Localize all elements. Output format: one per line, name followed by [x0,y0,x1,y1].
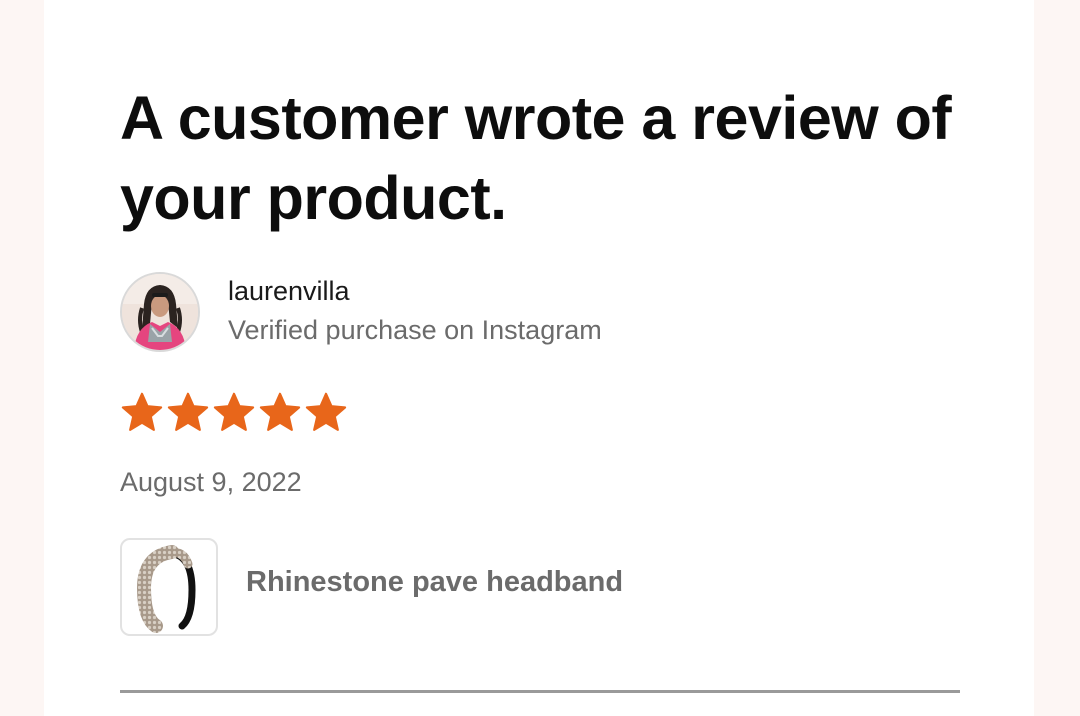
star-icon [213,392,255,431]
headband-thumbnail-icon [136,545,196,633]
section-divider [120,690,960,693]
star-icon [259,392,301,431]
star-icon [305,392,347,431]
avatar-photo-icon [122,274,198,350]
reviewer-username[interactable]: laurenvilla [228,276,350,307]
product-name-link[interactable]: Rhinestone pave headband [246,566,623,599]
star-icon [167,392,209,431]
review-date: August 9, 2022 [120,467,302,497]
star-rating [120,392,348,432]
headline: A customer wrote a review of your produc… [120,84,952,232]
review-notification-card: A customer wrote a review of your produc… [44,0,1034,716]
star-icon [121,392,163,431]
reviewer-avatar[interactable] [120,272,200,352]
product-thumbnail[interactable] [120,538,218,636]
verified-purchase-label: Verified purchase on Instagram [228,315,602,345]
